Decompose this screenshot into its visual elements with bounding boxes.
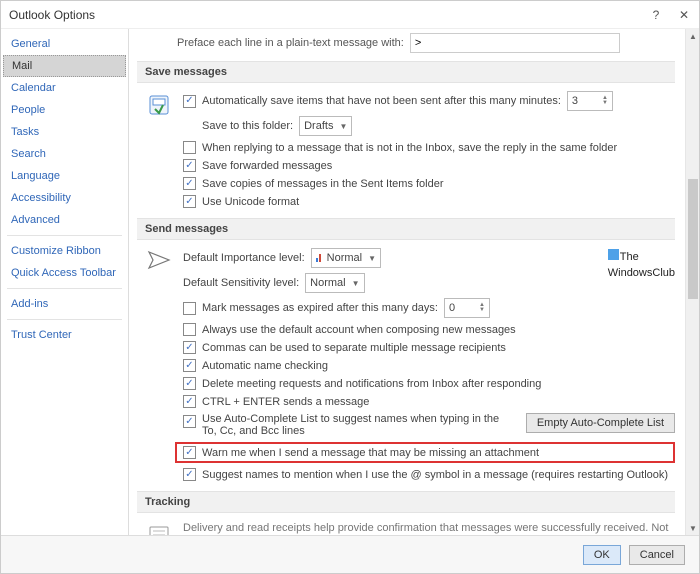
save-fwd-label: Save forwarded messages [202, 160, 332, 172]
expire-days-input[interactable]: 0 ▲▼ [444, 298, 490, 318]
dialog-footer: OK Cancel [1, 535, 699, 573]
sidebar-separator [7, 319, 122, 320]
autosave-row: Automatically save items that have not b… [183, 91, 675, 111]
sensitivity-label: Default Sensitivity level: [183, 277, 299, 289]
outlook-options-window: Outlook Options ? ✕ General Mail Calenda… [0, 0, 700, 574]
save-folder-label: Save to this folder: [202, 120, 293, 132]
nav-general[interactable]: General [1, 33, 128, 55]
scroll-down-icon[interactable]: ▼ [686, 521, 699, 535]
delete-meeting-label: Delete meeting requests and notification… [202, 378, 541, 390]
nav-trust-center[interactable]: Trust Center [1, 324, 128, 346]
section-body-send: Default Importance level: Normal ▼ Defau… [137, 240, 675, 491]
preface-label: Preface each line in a plain-text messag… [177, 37, 404, 49]
content-pane: Preface each line in a plain-text messag… [129, 29, 699, 535]
sidebar-separator [7, 235, 122, 236]
auto-complete-label: Use Auto-Complete List to suggest names … [202, 413, 502, 437]
save-sent-label: Save copies of messages in the Sent Item… [202, 178, 444, 190]
preface-input[interactable] [410, 33, 620, 53]
sensitivity-dropdown[interactable]: Normal ▼ [305, 273, 364, 293]
sensitivity-row: Default Sensitivity level: Normal ▼ [183, 273, 675, 293]
save-unicode-checkbox[interactable] [183, 195, 196, 208]
sidebar-separator [7, 288, 122, 289]
suggest-names-label: Suggest names to mention when I use the … [202, 469, 668, 481]
importance-dropdown[interactable]: Normal ▼ [311, 248, 381, 268]
auto-name-label: Automatic name checking [202, 360, 328, 372]
commas-checkbox[interactable] [183, 341, 196, 354]
save-folder-dropdown[interactable]: Drafts ▼ [299, 116, 352, 136]
send-section-icon [145, 248, 173, 481]
nav-quick-access[interactable]: Quick Access Toolbar [1, 262, 128, 284]
auto-name-checkbox[interactable] [183, 359, 196, 372]
section-head-save: Save messages [137, 61, 675, 83]
nav-addins[interactable]: Add-ins [1, 293, 128, 315]
save-sent-checkbox[interactable] [183, 177, 196, 190]
delete-meeting-checkbox[interactable] [183, 377, 196, 390]
save-folder-row: Save to this folder: Drafts ▼ [183, 116, 675, 136]
ok-button[interactable]: OK [583, 545, 621, 565]
titlebar: Outlook Options ? ✕ [1, 1, 699, 29]
expire-label: Mark messages as expired after this many… [202, 302, 438, 314]
cancel-button[interactable]: Cancel [629, 545, 685, 565]
close-icon[interactable]: ✕ [677, 8, 691, 22]
nav-search[interactable]: Search [1, 143, 128, 165]
auto-complete-checkbox[interactable] [183, 415, 196, 428]
nav-tasks[interactable]: Tasks [1, 121, 128, 143]
warn-attachment-checkbox[interactable] [183, 446, 196, 459]
chevron-down-icon: ▼ [352, 279, 360, 288]
scroll-up-icon[interactable]: ▲ [686, 29, 699, 43]
expire-checkbox[interactable] [183, 302, 196, 315]
preface-row: Preface each line in a plain-text messag… [137, 29, 675, 61]
suggest-names-checkbox[interactable] [183, 468, 196, 481]
save-fwd-checkbox[interactable] [183, 159, 196, 172]
window-controls: ? ✕ [649, 8, 691, 22]
chevron-down-icon: ▼ [368, 254, 376, 263]
ctrl-enter-checkbox[interactable] [183, 395, 196, 408]
content-scroll: Preface each line in a plain-text messag… [129, 29, 685, 535]
default-account-label: Always use the default account when comp… [202, 324, 516, 336]
section-head-send: Send messages [137, 218, 675, 240]
importance-icon [316, 254, 321, 262]
save-reply-checkbox[interactable] [183, 141, 196, 154]
section-head-tracking: Tracking [137, 491, 675, 513]
save-section-icon [145, 91, 173, 208]
spinner-icon[interactable]: ▲▼ [602, 96, 608, 106]
autosave-checkbox[interactable] [183, 95, 196, 108]
spinner-icon[interactable]: ▲▼ [479, 303, 485, 313]
empty-auto-complete-button[interactable]: Empty Auto-Complete List [526, 413, 675, 433]
nav-language[interactable]: Language [1, 165, 128, 187]
warn-attachment-highlight: Warn me when I send a message that may b… [175, 442, 675, 463]
save-reply-label: When replying to a message that is not i… [202, 142, 617, 154]
window-title: Outlook Options [9, 8, 95, 22]
nav-people[interactable]: People [1, 99, 128, 121]
nav-customize-ribbon[interactable]: Customize Ribbon [1, 240, 128, 262]
autosave-minutes-input[interactable]: 3 ▲▼ [567, 91, 613, 111]
ctrl-enter-label: CTRL + ENTER sends a message [202, 396, 369, 408]
help-icon[interactable]: ? [649, 8, 663, 22]
importance-row: Default Importance level: Normal ▼ [183, 248, 675, 268]
tracking-section-icon [145, 521, 173, 535]
chevron-down-icon: ▼ [339, 122, 347, 131]
default-account-checkbox[interactable] [183, 323, 196, 336]
save-unicode-label: Use Unicode format [202, 196, 299, 208]
scroll-thumb[interactable] [688, 179, 698, 299]
warn-attachment-label: Warn me when I send a message that may b… [202, 447, 539, 459]
nav-calendar[interactable]: Calendar [1, 77, 128, 99]
vertical-scrollbar[interactable]: ▲ ▼ [685, 29, 699, 535]
tracking-description: Delivery and read receipts help provide … [183, 521, 675, 535]
nav-accessibility[interactable]: Accessibility [1, 187, 128, 209]
nav-advanced[interactable]: Advanced [1, 209, 128, 231]
section-body-tracking: Delivery and read receipts help provide … [137, 513, 675, 535]
autosave-label: Automatically save items that have not b… [202, 95, 561, 107]
dialog-body: General Mail Calendar People Tasks Searc… [1, 29, 699, 535]
importance-label: Default Importance level: [183, 252, 305, 264]
section-body-save: Automatically save items that have not b… [137, 83, 675, 218]
commas-label: Commas can be used to separate multiple … [202, 342, 506, 354]
nav-mail[interactable]: Mail [3, 55, 126, 77]
category-sidebar: General Mail Calendar People Tasks Searc… [1, 29, 129, 535]
